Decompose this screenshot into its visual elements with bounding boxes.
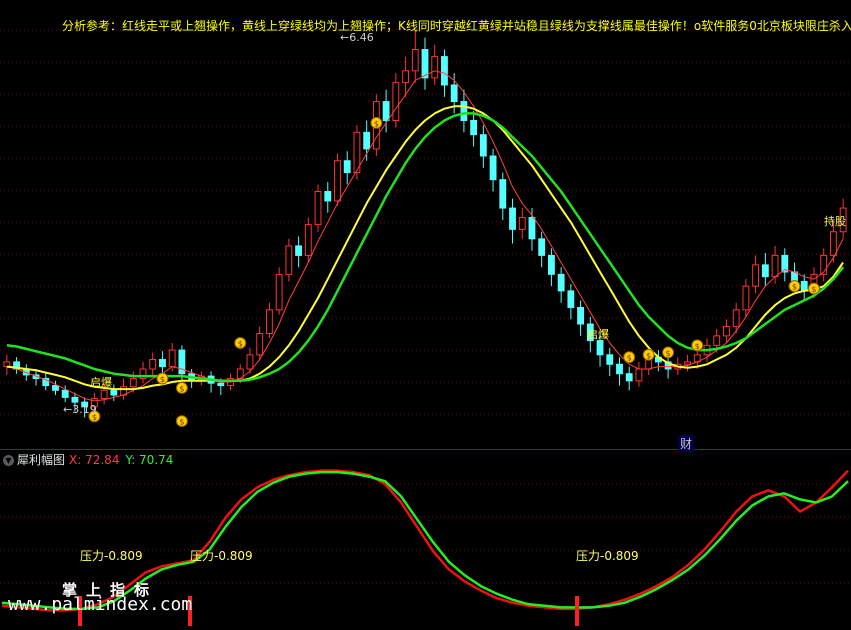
high-price-value: 6.46 bbox=[349, 31, 374, 44]
money-bag-glyph: $ bbox=[646, 351, 651, 360]
candle-body bbox=[829, 231, 837, 256]
money-bag-glyph: $ bbox=[666, 349, 671, 358]
money-bag-glyph: $ bbox=[238, 339, 243, 348]
candle-body bbox=[616, 363, 623, 375]
candle-body bbox=[363, 131, 371, 150]
pressure-label-2: 压力-0.809 bbox=[190, 549, 253, 563]
candle-body bbox=[265, 309, 273, 335]
pressure-label-1: 压力-0.809 bbox=[80, 549, 143, 563]
low-price-label: ←3.19 bbox=[63, 403, 97, 416]
candle-body bbox=[752, 264, 760, 287]
candle-body bbox=[431, 56, 439, 79]
indicator-header: ▼ 犀利幅图 X: 72.84 Y: 70.74 bbox=[0, 451, 174, 467]
candle-body bbox=[392, 82, 400, 121]
candle-body bbox=[800, 280, 808, 292]
grid-lines bbox=[0, 29, 851, 584]
candle-body bbox=[732, 309, 740, 327]
candle-body bbox=[129, 377, 137, 388]
money-bag-glyph: $ bbox=[160, 375, 165, 384]
candle-body bbox=[61, 389, 69, 398]
watermark-url: www.palmindex.com bbox=[8, 594, 193, 615]
qibao-flag-1: 启爆 bbox=[90, 376, 112, 389]
finance-flag[interactable]: 财 bbox=[678, 435, 695, 452]
candle-body bbox=[343, 160, 351, 174]
candle-body bbox=[625, 373, 633, 382]
candle-body bbox=[275, 273, 283, 311]
candle-body bbox=[606, 354, 614, 365]
candle-body bbox=[217, 382, 225, 387]
candle-body bbox=[538, 238, 546, 256]
low-price-value: 3.19 bbox=[72, 403, 97, 416]
candle-body bbox=[52, 385, 59, 391]
candle-body bbox=[635, 368, 643, 382]
candle-body bbox=[771, 254, 779, 278]
candle-body bbox=[557, 273, 565, 292]
signal-bar-2 bbox=[575, 596, 579, 626]
candle-body bbox=[596, 340, 604, 356]
money-bag-glyph: $ bbox=[179, 418, 184, 427]
moving-average-lines bbox=[6, 70, 845, 402]
qibao-flag-2: 启爆 bbox=[587, 328, 609, 341]
candle-body bbox=[168, 349, 176, 368]
candle-body bbox=[460, 101, 468, 121]
candle-body bbox=[256, 333, 264, 356]
money-bag-glyph: $ bbox=[179, 384, 184, 393]
candle-body bbox=[71, 396, 79, 403]
candle-body bbox=[713, 335, 721, 346]
candle-body bbox=[450, 84, 458, 103]
analysis-text: 分析参考：红线走平或上翘操作，黄线上穿绿线均为上翘操作；K线同时穿越红黄绿并站稳… bbox=[62, 19, 851, 33]
candle-body bbox=[402, 70, 409, 84]
candle-body bbox=[159, 359, 166, 368]
candle-body bbox=[684, 361, 691, 365]
high-price-label: ←6.46 bbox=[340, 31, 374, 44]
candle-body bbox=[577, 306, 585, 325]
candle-body bbox=[567, 290, 575, 308]
pressure-label-3: 压力-0.809 bbox=[576, 549, 639, 563]
stock-chart: $$$$$$$ $ $$$ $ bbox=[0, 29, 851, 626]
candle-body bbox=[479, 134, 487, 157]
money-bag-glyph: $ bbox=[374, 119, 379, 128]
candle-body bbox=[324, 191, 332, 202]
money-bag-glyph: $ bbox=[811, 285, 816, 294]
indicator-y-value: Y: 70.74 bbox=[125, 453, 174, 467]
ma-yellow-line bbox=[6, 105, 844, 391]
candlestick-series bbox=[3, 30, 847, 418]
indicator-name[interactable]: 犀利幅图 bbox=[17, 453, 65, 467]
candle-body bbox=[295, 245, 303, 256]
candle-body bbox=[304, 224, 312, 256]
candle-body bbox=[761, 264, 769, 278]
candle-body bbox=[382, 101, 390, 121]
indicator-x-value: X: 72.84 bbox=[69, 453, 120, 467]
money-bag-glyph: $ bbox=[627, 354, 632, 363]
candle-body bbox=[110, 389, 118, 396]
candle-body bbox=[246, 354, 254, 370]
candle-body bbox=[149, 359, 157, 370]
candle-body bbox=[441, 56, 448, 86]
candle-body bbox=[528, 217, 536, 240]
candle-body bbox=[470, 120, 478, 136]
candle-body bbox=[314, 191, 322, 226]
candle-body bbox=[489, 155, 497, 181]
chart-stage: $ $ $ $ $ $ $ $ $ $ $ $ bbox=[0, 0, 851, 626]
chixu-flag: 持股 bbox=[824, 215, 846, 228]
candle-body bbox=[100, 389, 108, 400]
candle-body bbox=[518, 217, 526, 230]
candle-body bbox=[742, 285, 750, 311]
candle-body bbox=[547, 254, 555, 275]
candle-body bbox=[285, 245, 293, 275]
candle-body bbox=[421, 49, 429, 79]
candle-body bbox=[509, 207, 516, 230]
candle-body bbox=[334, 160, 341, 202]
collapse-chevron-icon[interactable]: ▼ bbox=[3, 455, 14, 466]
money-bag-glyph: $ bbox=[695, 342, 700, 351]
money-bag-glyph: $ bbox=[792, 283, 797, 292]
candle-body bbox=[723, 325, 730, 337]
candle-body bbox=[411, 49, 419, 72]
candle-body bbox=[499, 179, 507, 209]
